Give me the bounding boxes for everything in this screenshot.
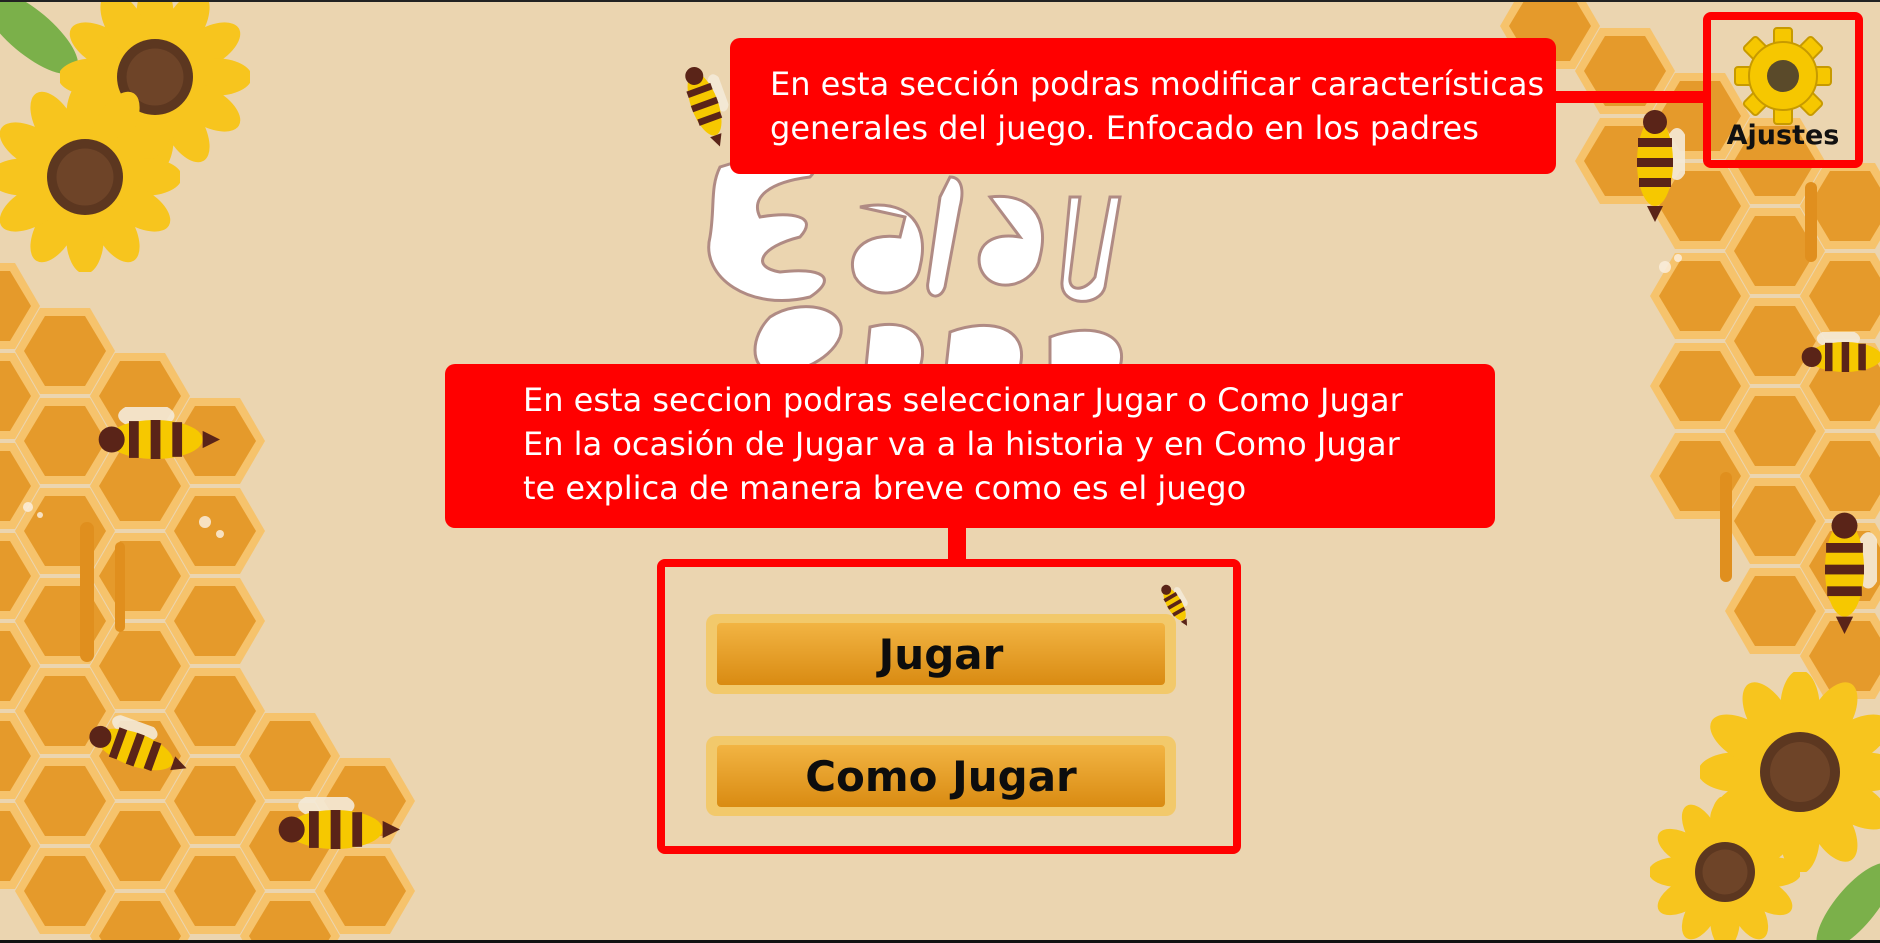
menu-callout: En esta seccion podras seleccionar Jugar… (445, 364, 1495, 528)
settings-highlight-frame (1703, 12, 1863, 168)
menu-callout-text: En esta seccion podras seleccionar Jugar… (523, 381, 1403, 507)
game-screen: Ajustes Jugar Como Jugar En esta sección… (0, 0, 1880, 943)
settings-callout: En esta sección podras modificar caracte… (730, 38, 1556, 174)
settings-callout-connector (1556, 91, 1708, 103)
settings-callout-text: En esta sección podras modificar caracte… (770, 65, 1545, 147)
menu-callout-connector (948, 526, 966, 562)
menu-highlight-frame (657, 559, 1241, 854)
